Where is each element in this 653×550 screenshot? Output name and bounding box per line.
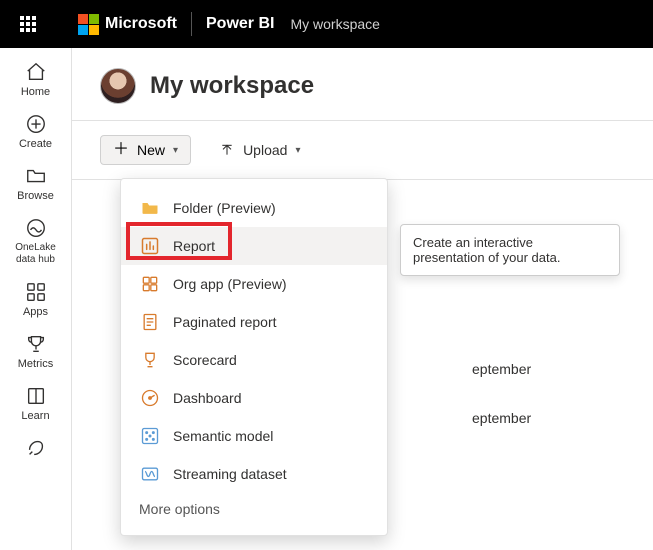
avatar[interactable] bbox=[100, 68, 136, 104]
rail-label: Learn bbox=[21, 410, 49, 422]
global-topbar: Microsoft Power BI My workspace bbox=[0, 0, 653, 48]
rail-label: Apps bbox=[23, 306, 48, 318]
chevron-down-icon: ▾ bbox=[173, 145, 178, 156]
chevron-down-icon: ▾ bbox=[295, 145, 300, 156]
tooltip-text: Create an interactive presentation of yo… bbox=[413, 235, 560, 265]
new-menu-item-orgapp[interactable]: Org app (Preview) bbox=[121, 265, 387, 303]
paginated-report-icon bbox=[139, 311, 161, 333]
rail-label: OneLake data hub bbox=[6, 242, 66, 266]
apps-icon bbox=[24, 280, 48, 304]
rail-label: Browse bbox=[17, 190, 54, 202]
topbar-divider bbox=[191, 12, 192, 36]
new-button[interactable]: ＋ New ▾ bbox=[100, 135, 191, 165]
book-icon bbox=[24, 384, 48, 408]
dashboard-icon bbox=[139, 387, 161, 409]
new-menu: Folder (Preview) Report Org app (Preview… bbox=[120, 178, 388, 536]
workspace-toolbar: ＋ New ▾ Upload ▾ bbox=[72, 120, 653, 179]
home-icon bbox=[24, 60, 48, 84]
rail-item-home[interactable]: Home bbox=[6, 60, 66, 98]
rail-label: Create bbox=[19, 138, 52, 150]
rail-item-create[interactable]: Create bbox=[6, 112, 66, 150]
new-button-label: New bbox=[137, 142, 165, 158]
menu-item-label: Streaming dataset bbox=[173, 466, 287, 482]
menu-item-label: Report bbox=[173, 238, 215, 254]
left-nav-rail: Home Create Browse OneLake data hub Apps bbox=[0, 48, 72, 550]
org-app-icon bbox=[139, 273, 161, 295]
list-row-date-partial: eptember bbox=[472, 361, 531, 377]
streaming-dataset-icon bbox=[139, 463, 161, 485]
trophy-icon bbox=[24, 332, 48, 356]
new-menu-item-streaming[interactable]: Streaming dataset bbox=[121, 455, 387, 493]
new-menu-item-dashboard[interactable]: Dashboard bbox=[121, 379, 387, 417]
rail-label: Home bbox=[21, 86, 50, 98]
scorecard-icon bbox=[139, 349, 161, 371]
rail-item-onelake[interactable]: OneLake data hub bbox=[6, 216, 66, 266]
workspace-header: My workspace bbox=[72, 48, 653, 120]
new-menu-item-folder[interactable]: Folder (Preview) bbox=[121, 189, 387, 227]
upload-button[interactable]: Upload ▾ bbox=[215, 136, 304, 164]
rail-item-browse[interactable]: Browse bbox=[6, 164, 66, 202]
menu-item-label: Paginated report bbox=[173, 314, 277, 330]
menu-item-label: Semantic model bbox=[173, 428, 273, 444]
plus-icon: ＋ bbox=[113, 143, 129, 157]
page-title: My workspace bbox=[150, 72, 314, 100]
breadcrumb[interactable]: My workspace bbox=[290, 16, 379, 32]
microsoft-logo-icon bbox=[78, 14, 99, 35]
plus-circle-icon bbox=[24, 112, 48, 136]
rail-item-metrics[interactable]: Metrics bbox=[6, 332, 66, 370]
rail-item-deploy[interactable] bbox=[6, 436, 66, 460]
folder-icon bbox=[24, 164, 48, 188]
new-menu-item-semantic-model[interactable]: Semantic model bbox=[121, 417, 387, 455]
menu-item-label: Folder (Preview) bbox=[173, 200, 276, 216]
menu-item-label: Dashboard bbox=[173, 390, 242, 406]
rail-label: Metrics bbox=[18, 358, 53, 370]
rail-item-learn[interactable]: Learn bbox=[6, 384, 66, 422]
new-menu-item-report[interactable]: Report bbox=[121, 227, 387, 265]
rail-item-apps[interactable]: Apps bbox=[6, 280, 66, 318]
onelake-icon bbox=[24, 216, 48, 240]
product-label: Power BI bbox=[206, 15, 274, 33]
upload-icon bbox=[219, 142, 235, 158]
new-menu-item-scorecard[interactable]: Scorecard bbox=[121, 341, 387, 379]
report-tooltip: Create an interactive presentation of yo… bbox=[400, 224, 620, 276]
menu-item-label: Scorecard bbox=[173, 352, 237, 368]
semantic-model-icon bbox=[139, 425, 161, 447]
list-row-date-partial: eptember bbox=[472, 410, 531, 426]
waffle-icon bbox=[20, 16, 36, 32]
app-launcher-button[interactable] bbox=[8, 0, 48, 48]
microsoft-label: Microsoft bbox=[105, 15, 177, 33]
deploy-icon bbox=[24, 436, 48, 460]
new-menu-more-options[interactable]: More options bbox=[121, 493, 387, 525]
upload-button-label: Upload bbox=[243, 142, 287, 158]
new-menu-item-paginated[interactable]: Paginated report bbox=[121, 303, 387, 341]
folder-icon bbox=[139, 197, 161, 219]
menu-item-label: Org app (Preview) bbox=[173, 276, 287, 292]
microsoft-brand: Microsoft bbox=[78, 14, 177, 35]
report-icon bbox=[139, 235, 161, 257]
